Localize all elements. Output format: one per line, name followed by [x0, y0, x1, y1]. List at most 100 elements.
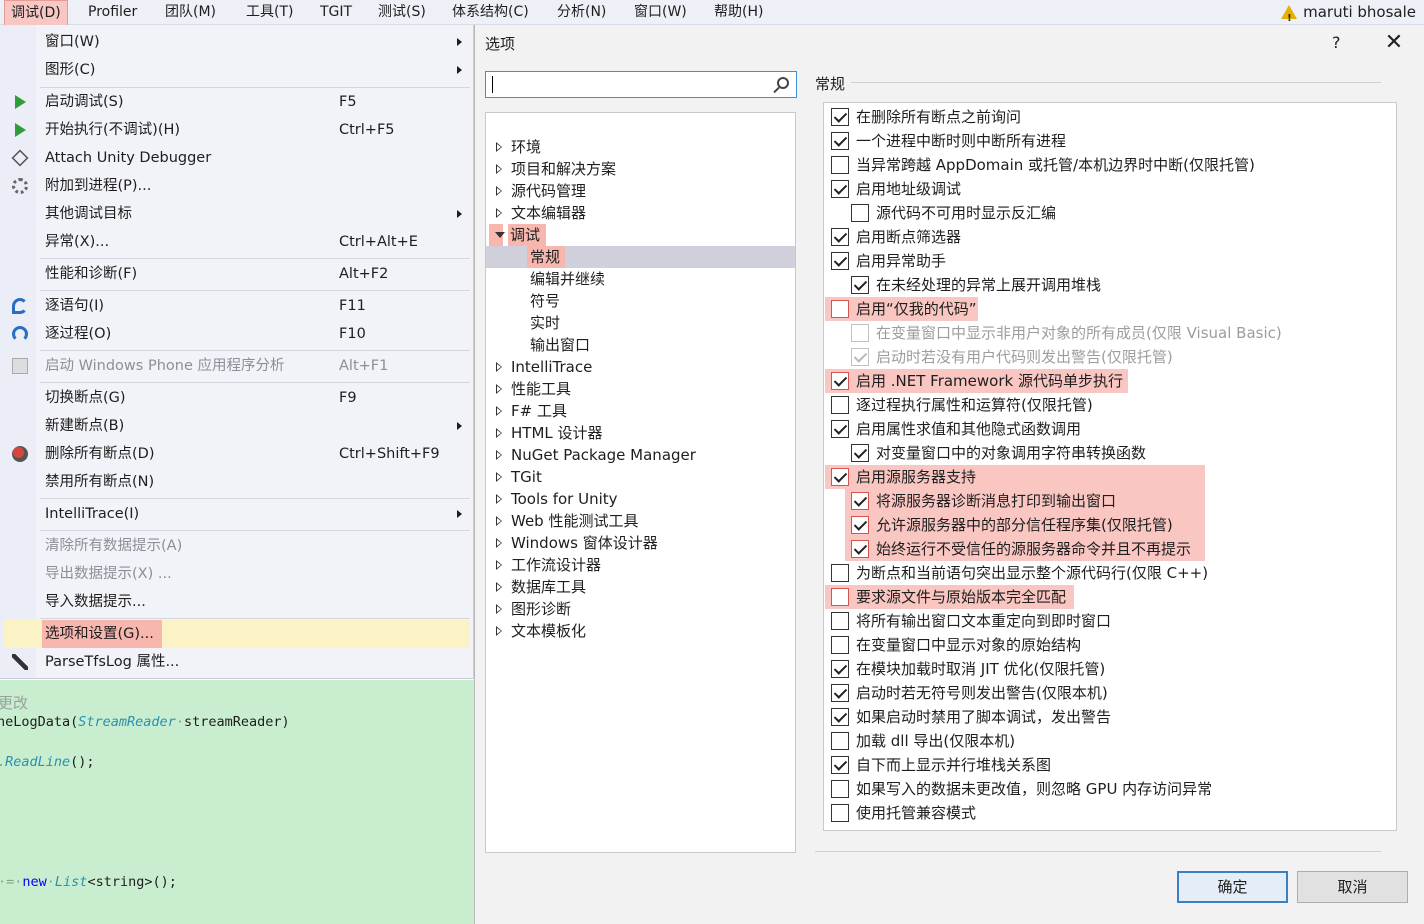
checkbox-checked[interactable] [851, 444, 869, 462]
option-row[interactable]: 在删除所有断点之前询问 [825, 105, 1385, 129]
option-row[interactable]: 启用属性求值和其他隐式函数调用 [825, 417, 1385, 441]
expand-arrow-icon[interactable] [496, 406, 502, 416]
option-row[interactable]: 逐过程执行属性和运算符(仅限托管) [825, 393, 1385, 417]
tree-node[interactable]: TGit [486, 466, 795, 488]
checkbox-checked[interactable] [831, 684, 849, 702]
expand-arrow-icon[interactable] [496, 142, 502, 152]
tree-node[interactable]: IntelliTrace [486, 356, 795, 378]
tree-node[interactable]: 数据库工具 [486, 576, 795, 598]
menu-item-start-without-debugging[interactable]: 开始执行(不调试)(H) Ctrl+F5 [4, 116, 470, 144]
search-icon[interactable] [777, 77, 789, 89]
menu-debug[interactable]: 调试(D) [4, 0, 68, 26]
expand-arrow-icon[interactable] [496, 472, 502, 482]
option-row[interactable]: 启用 .NET Framework 源代码单步执行 [825, 369, 1128, 393]
expand-arrow-icon[interactable] [496, 186, 502, 196]
expand-arrow-icon[interactable] [496, 164, 502, 174]
menu-window[interactable]: 窗口(W) [628, 0, 693, 25]
tree-node[interactable]: 编辑并继续 [486, 268, 795, 290]
checkbox-unchecked[interactable] [831, 732, 849, 750]
option-row[interactable]: 始终运行不受信任的源服务器命令并且不再提示 [845, 537, 1205, 561]
help-button[interactable]: ? [1332, 33, 1341, 52]
checkbox-unchecked[interactable] [831, 612, 849, 630]
menu-item-window[interactable]: 窗口(W) [4, 28, 470, 56]
tree-node[interactable]: 项目和解决方案 [486, 158, 795, 180]
option-row[interactable]: 如果启动时禁用了脚本调试，发出警告 [825, 705, 1385, 729]
menu-item-exceptions[interactable]: 异常(X)... Ctrl+Alt+E [4, 228, 470, 256]
checkbox-checked[interactable] [851, 492, 869, 510]
option-row[interactable]: 要求源文件与原始版本完全匹配 [825, 585, 1074, 609]
option-row[interactable]: 将所有输出窗口文本重定向到即时窗口 [825, 609, 1385, 633]
code-editor[interactable]: 更改 neLogData(StreamReader·streamReader) … [0, 680, 474, 924]
tree-node[interactable]: 环境 [486, 136, 795, 158]
checkbox-checked[interactable] [851, 348, 869, 366]
tree-node[interactable]: 文本编辑器 [486, 202, 795, 224]
option-row[interactable]: 自下而上显示并行堆栈关系图 [825, 753, 1385, 777]
checkbox-checked[interactable] [831, 228, 849, 246]
option-row[interactable]: 在模块加载时取消 JIT 优化(仅限托管) [825, 657, 1385, 681]
menu-item-attach-to-process[interactable]: 附加到进程(P)... [4, 172, 470, 200]
expand-arrow-icon[interactable] [496, 626, 502, 636]
menu-item-graphics[interactable]: 图形(C) [4, 56, 470, 84]
option-row[interactable]: 启用断点筛选器 [825, 225, 1385, 249]
close-button[interactable]: ✕ [1379, 28, 1409, 58]
option-row[interactable]: 如果写入的数据未更改值，则忽略 GPU 内存访问异常 [825, 777, 1385, 801]
option-row[interactable]: 在变量窗口中显示对象的原始结构 [825, 633, 1385, 657]
checkbox-checked[interactable] [831, 180, 849, 198]
menu-profiler[interactable]: Profiler [82, 0, 143, 25]
option-row[interactable]: 源代码不可用时显示反汇编 [845, 201, 1405, 225]
tree-node[interactable]: 符号 [486, 290, 795, 312]
option-row[interactable]: 将源服务器诊断消息打印到输出窗口 [845, 489, 1205, 513]
tree-node[interactable]: 工作流设计器 [486, 554, 795, 576]
tree-node[interactable]: 输出窗口 [486, 334, 795, 356]
menu-item-step-into[interactable]: 逐语句(I) F11 [4, 292, 470, 320]
option-row[interactable]: 加载 dll 导出(仅限本机) [825, 729, 1385, 753]
checkbox-unchecked[interactable] [831, 564, 849, 582]
tree-node[interactable]: Web 性能测试工具 [486, 510, 795, 532]
checkbox-checked[interactable] [851, 276, 869, 294]
tree-node[interactable]: 实时 [486, 312, 795, 334]
menu-item-performance-diagnostics[interactable]: 性能和诊断(F) Alt+F2 [4, 260, 470, 288]
menu-item-other-debug-targets[interactable]: 其他调试目标 [4, 200, 470, 228]
expand-arrow-icon[interactable] [496, 494, 502, 504]
checkbox-unchecked[interactable] [831, 804, 849, 822]
checkbox-checked[interactable] [851, 516, 869, 534]
checkbox-checked[interactable] [831, 756, 849, 774]
option-row[interactable]: 为断点和当前语句突出显示整个源代码行(仅限 C++) [825, 561, 1385, 585]
checkbox-unchecked[interactable] [851, 324, 869, 342]
menu-item-project-properties[interactable]: ParseTfsLog 属性... [4, 648, 470, 676]
tree-node[interactable]: Tools for Unity [486, 488, 795, 510]
menu-item-attach-unity-debugger[interactable]: Attach Unity Debugger [4, 144, 470, 172]
option-row[interactable]: 在变量窗口中显示非用户对象的所有成员(仅限 Visual Basic) [845, 321, 1405, 345]
option-row[interactable]: 启用异常助手 [825, 249, 1385, 273]
checkbox-unchecked[interactable] [831, 588, 849, 606]
checkbox-checked[interactable] [831, 372, 849, 390]
tree-node[interactable]: 源代码管理 [486, 180, 795, 202]
collapse-arrow-icon[interactable] [495, 232, 505, 238]
checkbox-unchecked[interactable] [831, 780, 849, 798]
menu-item-new-breakpoint[interactable]: 新建断点(B) [4, 412, 470, 440]
tree-node[interactable]: 性能工具 [486, 378, 795, 400]
menu-item-delete-all-breakpoints[interactable]: 删除所有断点(D) Ctrl+Shift+F9 [4, 440, 470, 468]
menu-item-options-and-settings[interactable]: 选项和设置(G)... [4, 620, 470, 648]
option-row[interactable]: 启用地址级调试 [825, 177, 1385, 201]
expand-arrow-icon[interactable] [496, 538, 502, 548]
checkbox-checked[interactable] [831, 252, 849, 270]
expand-arrow-icon[interactable] [496, 384, 502, 394]
menu-item-step-over[interactable]: 逐过程(O) F10 [4, 320, 470, 348]
search-options-input[interactable] [485, 71, 797, 98]
option-row[interactable]: 启动时若无符号则发出警告(仅限本机) [825, 681, 1385, 705]
menu-item-toggle-breakpoint[interactable]: 切换断点(G) F9 [4, 384, 470, 412]
menu-item-disable-all-breakpoints[interactable]: 禁用所有断点(N) [4, 468, 470, 496]
option-row[interactable]: 对变量窗口中的对象调用字符串转换函数 [845, 441, 1405, 465]
menu-analyze[interactable]: 分析(N) [551, 0, 612, 25]
checkbox-unchecked[interactable] [831, 396, 849, 414]
menu-help[interactable]: 帮助(H) [708, 0, 769, 25]
expand-arrow-icon[interactable] [496, 208, 502, 218]
expand-arrow-icon[interactable] [496, 428, 502, 438]
checkbox-checked[interactable] [831, 708, 849, 726]
option-row[interactable]: 在未经处理的异常上展开调用堆栈 [845, 273, 1405, 297]
cancel-button[interactable]: 取消 [1297, 871, 1408, 903]
tree-node[interactable]: HTML 设计器 [486, 422, 795, 444]
menu-tgit[interactable]: TGIT [314, 0, 358, 25]
expand-arrow-icon[interactable] [496, 362, 502, 372]
